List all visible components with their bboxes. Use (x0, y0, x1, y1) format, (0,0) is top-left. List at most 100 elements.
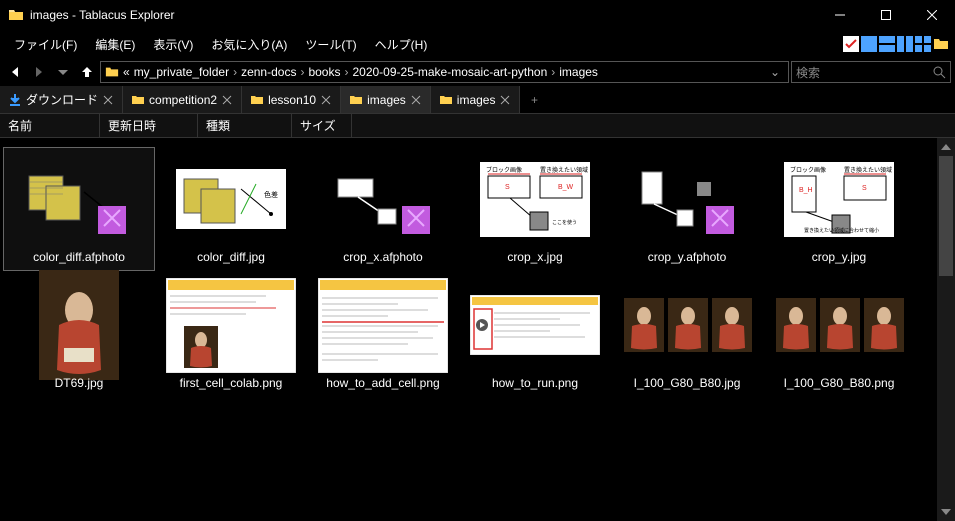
file-item[interactable]: how_to_add_cell.png (308, 274, 458, 396)
menu-tools[interactable]: ツール(T) (297, 32, 364, 57)
tab-close-icon[interactable] (102, 94, 114, 106)
history-dropdown[interactable] (52, 61, 74, 83)
tab-label: images (367, 93, 406, 107)
file-item[interactable]: how_to_run.png (460, 274, 610, 396)
file-name: I_100_G80_B80.jpg (634, 376, 741, 390)
tab-images-active[interactable]: images (341, 86, 431, 113)
column-type[interactable]: 種類 (198, 114, 292, 137)
breadcrumb-item[interactable]: books (308, 65, 340, 79)
search-box[interactable]: 検索 (791, 61, 951, 83)
minimize-button[interactable] (817, 0, 863, 30)
menu-view[interactable]: 表示(V) (145, 32, 201, 57)
layout-icons (843, 36, 949, 52)
path-dropdown[interactable]: ⌄ (766, 65, 784, 79)
breadcrumb-prefix: « (123, 65, 130, 79)
file-item[interactable]: color_diff.afphoto (4, 148, 154, 270)
file-name: crop_x.jpg (507, 250, 562, 264)
svg-text:S: S (505, 184, 510, 191)
file-name: crop_y.jpg (812, 250, 866, 264)
file-item[interactable]: I_100_G80_B80.jpg (612, 274, 762, 396)
breadcrumb-item[interactable]: my_private_folder (134, 65, 229, 79)
back-button[interactable] (4, 61, 26, 83)
download-icon (8, 93, 22, 107)
layout-split-v-icon[interactable] (897, 36, 913, 52)
thumbnail (622, 154, 752, 244)
tab-downloads[interactable]: ダウンロード (0, 86, 123, 113)
column-date[interactable]: 更新日時 (100, 114, 198, 137)
svg-text:ブロック画像: ブロック画像 (486, 166, 522, 174)
scrollbar-track[interactable] (937, 156, 955, 503)
folder-icon (105, 65, 119, 79)
layout-check-icon[interactable] (843, 36, 859, 52)
tab-close-icon[interactable] (221, 94, 233, 106)
file-name: first_cell_colab.png (180, 376, 283, 390)
column-headers: 名前 更新日時 種類 サイズ (0, 114, 955, 138)
file-item[interactable]: I_100_G80_B80.png (764, 274, 914, 396)
file-name: crop_y.afphoto (648, 250, 727, 264)
file-item[interactable]: ブロック画像 置き換えたい領域 B_H S 置き換えたい領域に合わせて縮小 cr… (764, 148, 914, 270)
svg-text:色差: 色差 (264, 190, 278, 199)
breadcrumb-item[interactable]: 2020-09-25-make-mosaic-art-python (352, 65, 547, 79)
scroll-down-icon[interactable] (937, 503, 955, 521)
file-item[interactable]: DT69.jpg (4, 274, 154, 396)
folder-icon (349, 93, 363, 107)
explorer-icon[interactable] (933, 36, 949, 52)
tab-label: images (457, 93, 496, 107)
file-name: how_to_add_cell.png (326, 376, 439, 390)
close-button[interactable] (909, 0, 955, 30)
menu-file[interactable]: ファイル(F) (6, 32, 85, 57)
up-button[interactable] (76, 61, 98, 83)
file-name: I_100_G80_B80.png (784, 376, 895, 390)
chevron-right-icon: › (233, 65, 237, 79)
svg-text:ブロック画像: ブロック画像 (790, 166, 826, 174)
tab-lesson10[interactable]: lesson10 (242, 86, 341, 113)
menu-favorites[interactable]: お気に入り(A) (203, 32, 295, 57)
scrollbar-thumb[interactable] (939, 156, 953, 276)
menu-bar: ファイル(F) 編集(E) 表示(V) お気に入り(A) ツール(T) ヘルプ(… (0, 30, 955, 58)
scrollbar[interactable] (937, 138, 955, 521)
menu-edit[interactable]: 編集(E) (87, 32, 143, 57)
column-name[interactable]: 名前 (0, 114, 100, 137)
layout-quad-icon[interactable] (915, 36, 931, 52)
tab-close-icon[interactable] (320, 94, 332, 106)
file-item[interactable]: crop_x.afphoto (308, 148, 458, 270)
chevron-right-icon: › (551, 65, 555, 79)
menu-help[interactable]: ヘルプ(H) (367, 32, 436, 57)
file-name: crop_x.afphoto (343, 250, 422, 264)
file-item[interactable]: crop_y.afphoto (612, 148, 762, 270)
file-grid[interactable]: color_diff.afphoto 色差 color_diff.jpg (0, 138, 937, 521)
column-size[interactable]: サイズ (292, 114, 352, 137)
tab-close-icon[interactable] (410, 94, 422, 106)
window-title: images - Tablacus Explorer (30, 8, 817, 22)
file-item[interactable]: first_cell_colab.png (156, 274, 306, 396)
file-area: color_diff.afphoto 色差 color_diff.jpg (0, 138, 955, 521)
tab-competition2[interactable]: competition2 (123, 86, 242, 113)
breadcrumb-item[interactable]: zenn-docs (241, 65, 296, 79)
thumbnail (470, 280, 600, 370)
thumbnail (318, 154, 448, 244)
window-buttons (817, 0, 955, 30)
tab-images-2[interactable]: images (431, 86, 521, 113)
breadcrumb-bar[interactable]: « my_private_folder › zenn-docs › books … (100, 61, 789, 83)
forward-button[interactable] (28, 61, 50, 83)
search-icon[interactable] (932, 65, 946, 79)
file-item[interactable]: ブロック画像 置き換えたい領域 S B_W ここを使う crop_x.jpg (460, 148, 610, 270)
tab-close-icon[interactable] (499, 94, 511, 106)
svg-text:S: S (862, 185, 867, 192)
file-item[interactable]: 色差 color_diff.jpg (156, 148, 306, 270)
breadcrumb-item[interactable]: images (559, 65, 598, 79)
layout-single-icon[interactable] (861, 36, 877, 52)
scroll-up-icon[interactable] (937, 138, 955, 156)
new-tab-button[interactable]: + (520, 86, 548, 113)
tab-label: lesson10 (268, 93, 316, 107)
maximize-button[interactable] (863, 0, 909, 30)
file-name: color_diff.afphoto (33, 250, 125, 264)
svg-text:B_H: B_H (799, 187, 813, 194)
thumbnail (318, 280, 448, 370)
file-name: DT69.jpg (55, 376, 104, 390)
folder-icon (131, 93, 145, 107)
tab-bar: ダウンロード competition2 lesson10 images imag… (0, 86, 955, 114)
title-bar: images - Tablacus Explorer (0, 0, 955, 30)
svg-text:置き換えたい領域: 置き換えたい領域 (540, 166, 588, 174)
layout-split-h-icon[interactable] (879, 36, 895, 52)
